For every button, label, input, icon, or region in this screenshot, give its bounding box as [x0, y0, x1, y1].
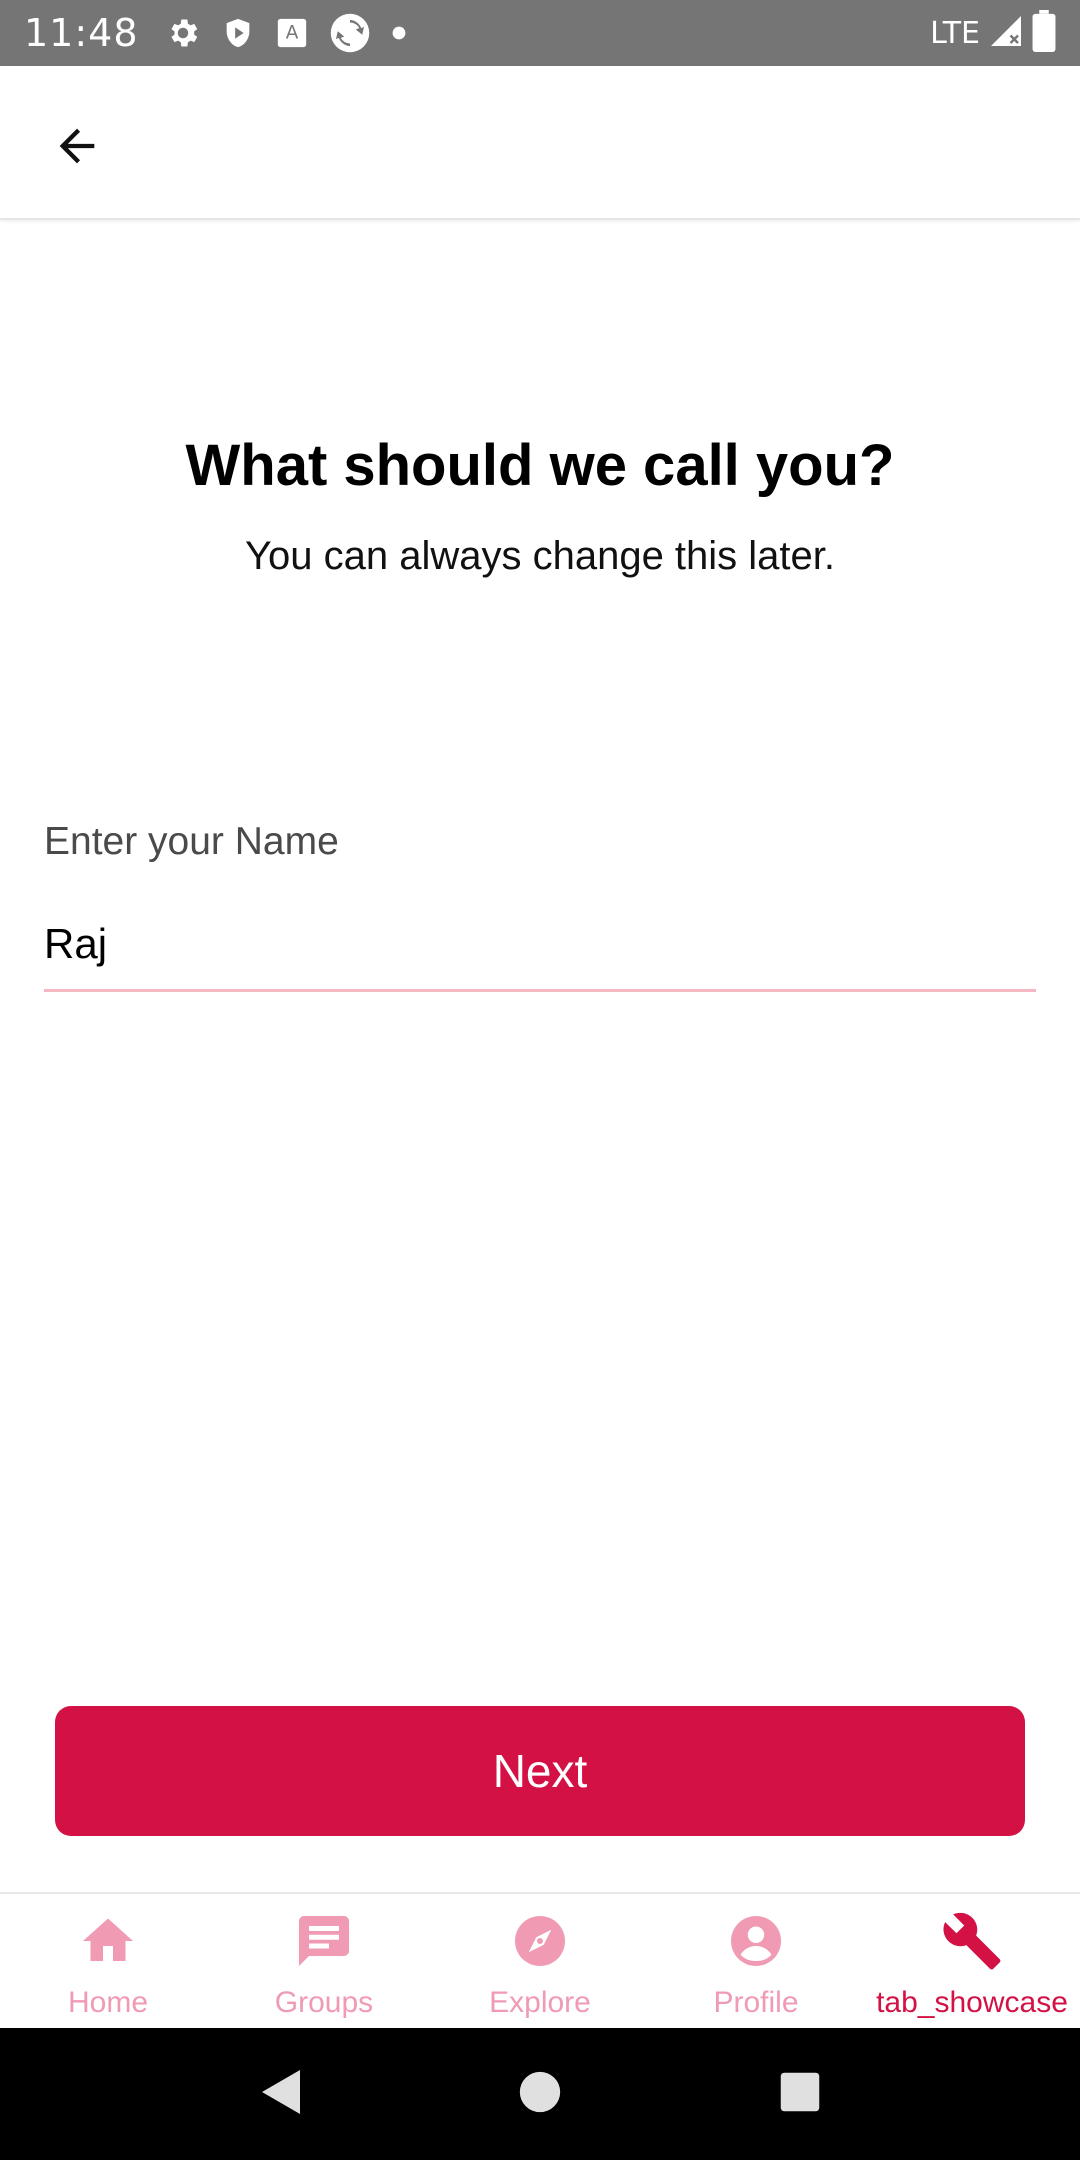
page-title: What should we call you? — [185, 433, 895, 498]
battery-icon — [1032, 9, 1056, 57]
account-icon — [723, 1908, 789, 1974]
compass-icon — [507, 1908, 573, 1974]
system-nav-bar — [0, 2028, 1080, 2160]
nav-label-tab-showcase: tab_showcase — [876, 1986, 1068, 2019]
back-button[interactable] — [40, 111, 114, 185]
nav-item-tab-showcase[interactable]: tab_showcase — [864, 1894, 1080, 2028]
name-field-label: Enter your Name — [44, 820, 339, 863]
page-subtitle: You can always change this later. — [244, 534, 836, 578]
status-notification-icons: A — [165, 12, 407, 54]
app-bar — [0, 66, 1080, 220]
home-icon — [75, 1908, 141, 1974]
nav-item-home[interactable]: Home — [0, 1894, 216, 2028]
nav-label-groups: Groups — [274, 1986, 374, 2019]
svg-text:A: A — [285, 23, 298, 44]
nav-label-profile: Profile — [713, 1986, 799, 2019]
system-back-button[interactable] — [240, 2054, 320, 2134]
keyboard-a-icon: A — [275, 16, 309, 50]
nav-item-groups[interactable]: Groups — [216, 1894, 432, 2028]
status-system-icons: LTE — [930, 9, 1056, 57]
nav-label-home: Home — [67, 1986, 149, 2019]
arrow-back-icon — [51, 120, 103, 177]
system-home-button[interactable] — [500, 2054, 580, 2134]
recents-square-icon — [779, 2071, 821, 2118]
status-bar: 11:48 A LTE — [0, 0, 1080, 66]
signal-icon — [988, 13, 1024, 54]
wrench-icon — [939, 1908, 1005, 1974]
home-circle-icon — [518, 2070, 562, 2119]
name-input[interactable] — [44, 898, 1036, 992]
shield-play-icon — [221, 15, 255, 51]
system-recents-button[interactable] — [760, 2054, 840, 2134]
gear-icon — [165, 15, 201, 51]
nav-item-profile[interactable]: Profile — [648, 1894, 864, 2028]
back-triangle-icon — [256, 2066, 304, 2123]
network-type: LTE — [930, 15, 980, 51]
nav-item-explore[interactable]: Explore — [432, 1894, 648, 2028]
status-time: 11:48 — [24, 11, 139, 55]
bottom-nav: Home Groups Explore Profile tab_showcase — [0, 1892, 1080, 2028]
next-button[interactable]: Next — [55, 1706, 1025, 1836]
sync-icon — [329, 12, 371, 54]
dot-icon — [391, 25, 407, 41]
nav-label-explore: Explore — [489, 1986, 591, 2019]
chat-icon — [291, 1908, 357, 1974]
